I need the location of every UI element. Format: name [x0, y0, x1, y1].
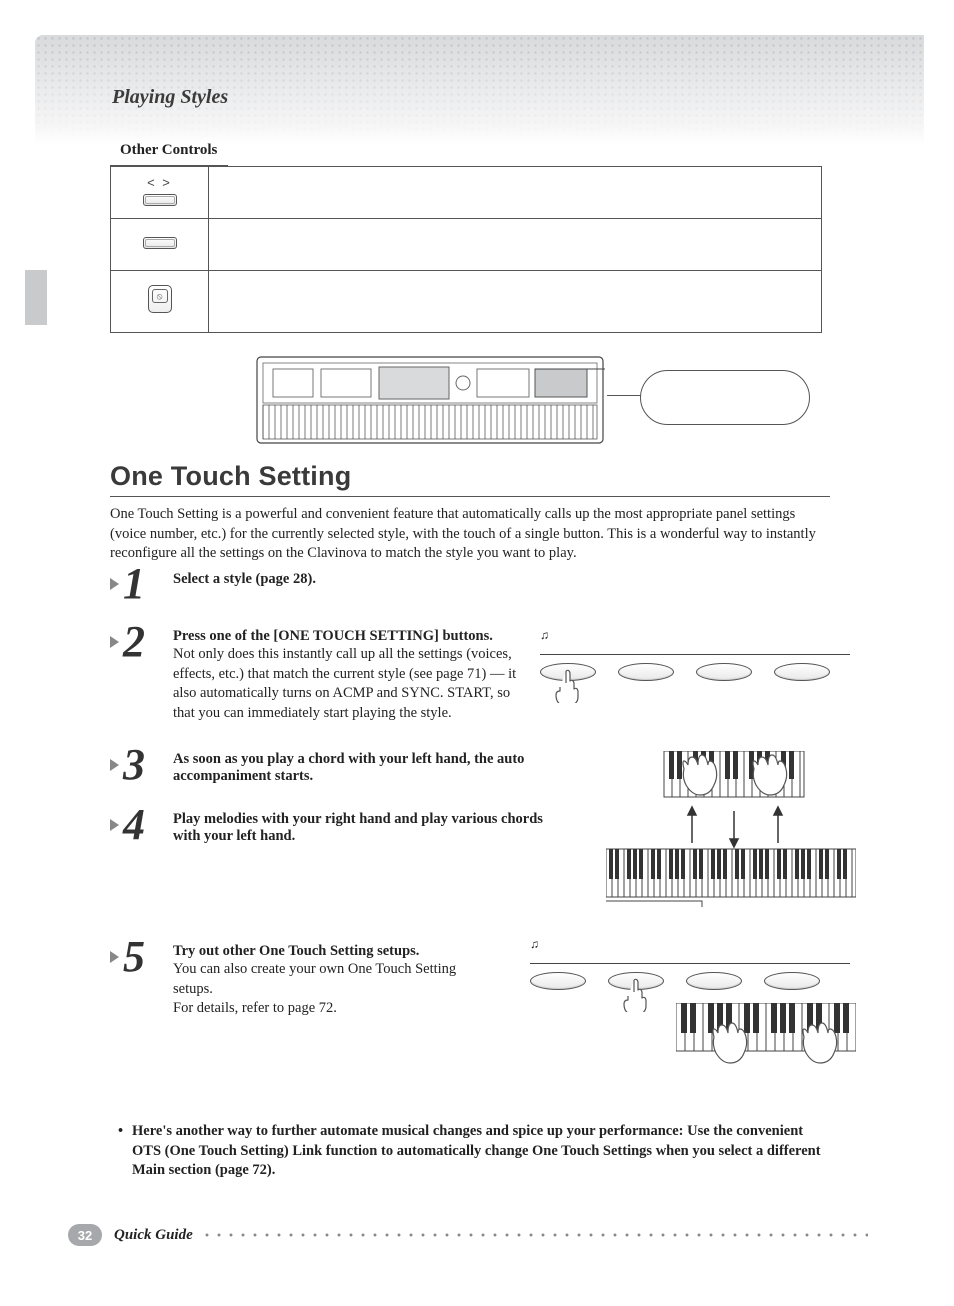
page-number: 32 — [68, 1224, 102, 1246]
ots-button-3-icon — [686, 972, 742, 990]
step-5: 5 Try out other One Touch Setting setups… — [110, 943, 840, 1019]
ots-button-2-icon — [618, 663, 674, 681]
exit-button-icon: ⦸ — [148, 285, 172, 313]
ots-button-1-icon — [530, 972, 586, 990]
step-2-body: Not only does this instantly call up all… — [173, 645, 518, 723]
step-3: 3 As soon as you play a chord with your … — [110, 751, 840, 791]
keyboard-overview-figure — [255, 355, 605, 450]
hand-pointer-icon — [554, 669, 584, 703]
table-row: < > — [111, 167, 822, 219]
side-tab-marker — [25, 270, 47, 325]
step-4-title: Play melodies with your right hand and p… — [173, 811, 573, 845]
page-footer: 32 Quick Guide — [68, 1224, 868, 1246]
keyboard-callout-bubble — [640, 370, 810, 425]
ots-buttons-figure-2: ♫ — [530, 945, 850, 990]
step-4: 4 Play melodies with your right hand and… — [110, 811, 840, 851]
ots-buttons-figure: ♫ — [540, 636, 850, 681]
tip-note: • Here's another way to further automate… — [132, 1122, 832, 1181]
button-icon — [143, 237, 177, 249]
step-2: 2 Press one of the [ONE TOUCH SETTING] b… — [110, 628, 840, 723]
step-5-body-1: You can also create your own One Touch S… — [173, 960, 483, 999]
step-1: 1 Select a style (page 28). — [110, 570, 840, 610]
step-5-title: Try out other One Touch Setting setups. — [173, 943, 483, 960]
dot-leader — [201, 1233, 868, 1237]
note-icon: ♫ — [540, 628, 549, 642]
step-1-title: Select a style (page 28). — [173, 571, 316, 587]
ots-button-4-icon — [764, 972, 820, 990]
heading-one-touch-setting: One Touch Setting — [110, 461, 830, 497]
note-icon: ♫ — [530, 937, 539, 951]
table-row — [111, 219, 822, 271]
other-controls-table: Other Controls < > ⦸ — [110, 138, 822, 333]
ots-button-4-icon — [774, 663, 830, 681]
two-hands-keyboard-figure — [676, 1003, 856, 1078]
intro-paragraph: One Touch Setting is a powerful and conv… — [110, 505, 835, 564]
section-title: Playing Styles — [112, 86, 228, 109]
rocker-button-icon — [143, 194, 177, 206]
step-2-title: Press one of the [ONE TOUCH SETTING] but… — [173, 628, 518, 645]
tip-text: Here's another way to further automate m… — [132, 1123, 821, 1178]
table-caption: Other Controls — [110, 138, 228, 166]
ots-button-3-icon — [696, 663, 752, 681]
table-row: ⦸ — [111, 271, 822, 333]
hand-pointer-icon — [622, 978, 652, 1012]
angle-label: < > — [111, 175, 208, 190]
step-5-body-2: For details, refer to page 72. — [173, 999, 483, 1019]
footer-guide-label: Quick Guide — [114, 1227, 193, 1244]
step-3-title: As soon as you play a chord with your le… — [173, 751, 573, 785]
